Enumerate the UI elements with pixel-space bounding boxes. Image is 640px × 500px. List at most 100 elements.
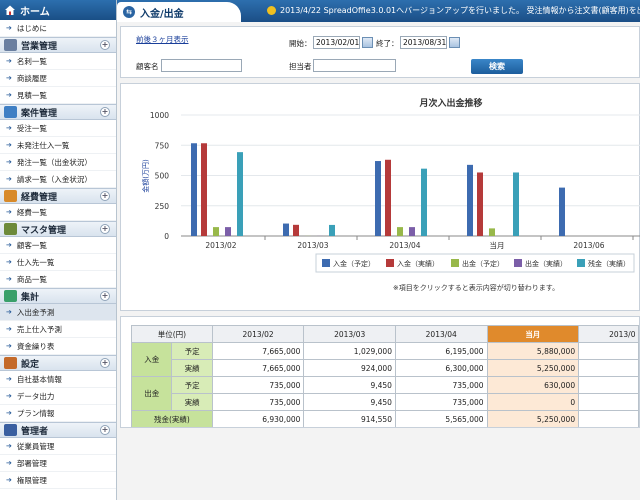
section-title: マスタ管理 [21,225,67,236]
legend-label: 出金（実績） [525,259,567,268]
sidebar-item-label: 自社基本情報 [16,374,62,384]
row-label: 予定 [171,342,213,360]
table-panel: 単位(円) 2013/02 2013/03 2013/04 当月 2013/0 … [120,316,640,428]
nav-list: ➔ はじめに 営業管理 + ➔ 名刺一覧 ➔ 商談履歴 ➔ 見積一覧案件管理 + ➔ 受注一覧 ➔ 未発注仕… [0,20,116,489]
arrow-icon: ➔ [6,74,12,82]
sidebar-section[interactable]: 営業管理 + [0,37,116,53]
section-icon [4,424,17,436]
search-button[interactable]: 検索 [471,59,523,74]
sidebar-item[interactable]: ➔ 部署管理 [0,455,116,472]
sidebar-section[interactable]: マスタ管理 + [0,221,116,237]
sidebar-item[interactable]: ➔ データ出力 [0,388,116,405]
expand-icon[interactable]: + [100,291,110,301]
sidebar-section[interactable]: 設定 + [0,355,116,371]
cell: 914,550 [303,410,396,427]
chart-note: ※項目をクリックすると表示内容が切り替わります。 [393,283,559,292]
info-icon [267,6,276,15]
expand-icon[interactable]: + [100,107,110,117]
cell: 6,300,000 [394,359,488,377]
sidebar-item[interactable]: ➔ 仕入先一覧 [0,254,116,271]
sidebar-item[interactable]: ➔ 発注一覧（出金状況） [0,154,116,171]
start-date-input[interactable] [313,36,360,49]
section-icon [4,357,17,369]
bar [409,227,415,236]
three-month-link[interactable]: 前後３ヶ月表示 [136,34,189,45]
arrow-icon: ➔ [6,375,12,383]
sidebar-item[interactable]: ➔ 商談履歴 [0,70,116,87]
sidebar-item[interactable]: ➔ 見積一覧 [0,87,116,104]
sidebar-item[interactable]: ➔ はじめに [0,20,116,37]
sidebar-item[interactable]: ➔ 商品一覧 [0,271,116,288]
bar [421,168,427,236]
section-icon [4,106,17,118]
unit-header: 単位(円) [131,325,213,343]
cell: 5,250,000 [486,410,580,427]
staff-input[interactable] [313,59,396,72]
arrow-icon: ➔ [6,258,12,266]
sidebar-item[interactable]: ➔ 請求一覧（入金状況） [0,171,116,188]
arrow-icon: ➔ [6,57,12,65]
bar [385,159,391,236]
legend-swatch [386,259,394,267]
bar [225,227,231,236]
legend-swatch [322,259,330,267]
cell [578,376,639,394]
arrow-icon: ➔ [6,241,12,249]
sidebar-item[interactable]: ➔ 受注一覧 [0,120,116,137]
expand-icon[interactable]: + [100,224,110,234]
sidebar-item[interactable]: ➔ 権限管理 [0,472,116,489]
sidebar-item[interactable]: ➔ 名刺一覧 [0,53,116,70]
start-label: 開始： [289,39,312,48]
section-title: 案件管理 [21,108,58,119]
bar [559,187,565,236]
calendar-icon[interactable] [449,37,460,48]
sidebar-section[interactable]: 案件管理 + [0,104,116,120]
legend-swatch [451,259,459,267]
page-title: 入金/出金 [140,8,184,20]
sidebar-item[interactable]: ➔ 入出金予測 [0,304,116,321]
cell: 5,880,000 [486,342,580,360]
expand-icon[interactable]: + [100,425,110,435]
sidebar-section[interactable]: 集計 + [0,288,116,304]
sidebar-item-label: 請求一覧（入金状況） [16,174,92,184]
bar [237,152,243,236]
legend-label: 残金（実績） [588,259,630,268]
cell: 735,000 [394,376,488,394]
table-row: 入金 予定 7,665,000 1,029,000 6,195,000 5,88… [130,342,639,377]
sidebar-item[interactable]: ➔ 従業員管理 [0,438,116,455]
sidebar-section[interactable]: 経費管理 + [0,188,116,204]
end-label: 終了： [376,39,399,48]
arrow-icon: ➔ [6,91,12,99]
sidebar-item[interactable]: ➔ プラン情報 [0,405,116,422]
row-label: 残金(実績) [131,410,213,427]
bar [201,143,207,236]
sidebar-item[interactable]: ➔ 経費一覧 [0,204,116,221]
sidebar-item-label: プラン情報 [16,408,55,418]
news-ticker: 2013/4/22 SpreadOffie3.0.01へバージョンアップを行いま… [267,0,640,22]
sidebar-item[interactable]: ➔ 自社基本情報 [0,371,116,388]
sidebar-section[interactable]: 管理者 + [0,422,116,438]
home-link[interactable]: ホーム [0,0,116,20]
bar [283,223,289,236]
cell: 6,195,000 [394,342,488,360]
cell: 735,000 [394,393,488,411]
customer-input[interactable] [161,59,242,72]
end-date-input[interactable] [400,36,447,49]
sidebar-item[interactable]: ➔ 未発注仕入一覧 [0,137,116,154]
cell [578,410,639,427]
expand-icon[interactable]: + [100,191,110,201]
expand-icon[interactable]: + [100,358,110,368]
cell: 5,250,000 [486,359,580,377]
sidebar-item-label: 部署管理 [16,458,47,468]
sidebar-item[interactable]: ➔ 資金繰り表 [0,338,116,355]
table-row: 出金 予定 735,000 9,450 735,000 630,000 [130,376,639,411]
y-tick-label: 250 [155,202,170,211]
sidebar: ホーム ➔ はじめに 営業管理 + ➔ 名刺一覧 ➔ 商談履歴 ➔ 見積一覧 案件管理 + ➔ 受注一覧 ➔… [0,0,117,500]
expand-icon[interactable]: + [100,40,110,50]
section-icon [4,290,17,302]
sidebar-item[interactable]: ➔ 顧客一覧 [0,237,116,254]
cell: 7,665,000 [211,342,305,360]
cell [578,342,639,360]
calendar-icon[interactable] [362,37,373,48]
sidebar-item[interactable]: ➔ 売上仕入予測 [0,321,116,338]
